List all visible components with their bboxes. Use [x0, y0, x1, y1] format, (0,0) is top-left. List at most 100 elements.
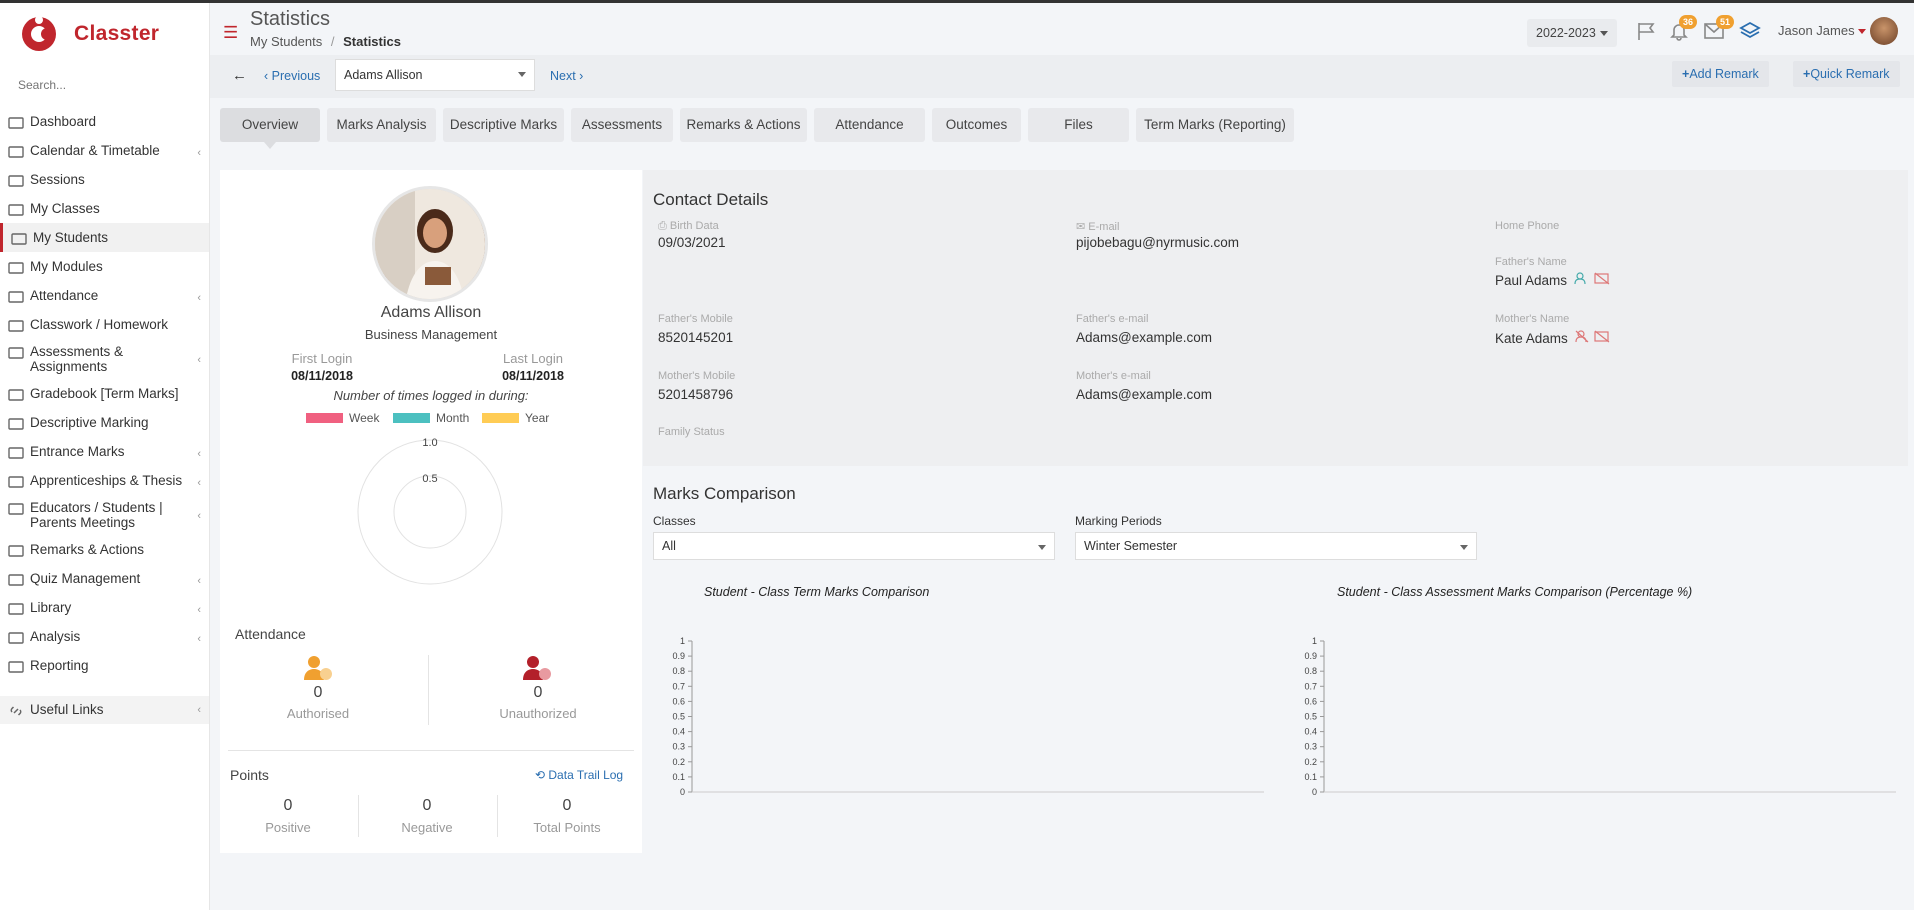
laptop-icon	[8, 116, 24, 129]
sidebar-item-classwork-homework[interactable]: Classwork / Homework	[0, 310, 209, 339]
sidebar-item-my-modules[interactable]: My Modules	[0, 252, 209, 281]
points-divider-1	[358, 795, 359, 837]
attendance-title: Attendance	[235, 626, 306, 642]
legend-month[interactable]: Month	[393, 411, 469, 425]
legend-week[interactable]: Week	[306, 411, 379, 425]
last-login-value: 08/11/2018	[502, 369, 564, 383]
y-tick-label: 0.4	[672, 727, 685, 737]
data-trail-log-link[interactable]: ⟲ Data Trail Log	[535, 768, 623, 782]
sidebar-item-remarks-actions[interactable]: Remarks & Actions	[0, 535, 209, 564]
chevron-left-icon: ‹	[197, 704, 201, 716]
sidebar-item-label: My Students	[33, 229, 109, 245]
marking-periods-select[interactable]: Winter Semester	[1075, 532, 1477, 560]
no-message-icon[interactable]	[1593, 272, 1610, 285]
y-tick-label: 1	[1312, 636, 1317, 646]
user-avatar[interactable]	[1870, 17, 1898, 45]
back-arrow-icon[interactable]: ←	[232, 67, 247, 84]
breadcrumb-current: Statistics	[343, 34, 401, 49]
authorised-label: Authorised	[286, 706, 350, 721]
students-icon	[11, 232, 27, 245]
tab-descriptive-marks[interactable]: Descriptive Marks	[443, 108, 564, 142]
total-points-value: 0	[562, 797, 572, 814]
parent-account-icon[interactable]	[1574, 272, 1590, 285]
tab-remarks-actions[interactable]: Remarks & Actions	[680, 108, 807, 142]
classes-label: Classes	[653, 514, 696, 528]
sidebar-item-apprenticeships-thesis[interactable]: Apprenticeships & Thesis ‹	[0, 466, 209, 495]
breadcrumb-parent[interactable]: My Students	[250, 34, 322, 49]
sidebar-item-library[interactable]: Library ‹	[0, 593, 209, 622]
y-tick-label: 0.7	[672, 681, 685, 691]
classes-select[interactable]: All	[653, 532, 1055, 560]
assessment-marks-comparison-chart: 1 0.9 0.8 0.7 0.6 0.5 0.4 0.3 0.2 0.1 0	[1304, 636, 1896, 797]
sidebar-item-useful-links[interactable]: Useful Links ‹	[0, 696, 209, 724]
add-remark-button[interactable]: +Add Remark	[1672, 61, 1769, 87]
sidebar-item-calendar-timetable[interactable]: Calendar & Timetable ‹	[0, 136, 209, 165]
email-value: pijobebagu@nyrmusic.com	[1076, 235, 1240, 250]
y-tick-label: 0.7	[1304, 681, 1317, 691]
classter-logo-icon	[22, 16, 56, 51]
next-label: Next	[550, 69, 576, 83]
legend-swatch-month	[393, 413, 430, 423]
layers-icon[interactable]	[1739, 21, 1761, 41]
sidebar-search-input[interactable]	[8, 71, 198, 99]
sidebar-item-reporting[interactable]: Reporting	[0, 651, 209, 680]
no-message-icon[interactable]	[1594, 330, 1610, 343]
tab-attendance[interactable]: Attendance	[814, 108, 925, 142]
envelope-small-icon: ✉	[1076, 221, 1089, 233]
sidebar-item-sessions[interactable]: Sessions	[0, 165, 209, 194]
unauthorized-count: 0	[533, 684, 543, 701]
tab-assessments[interactable]: Assessments	[571, 108, 673, 142]
tab-outcomes[interactable]: Outcomes	[932, 108, 1021, 142]
quick-remark-button[interactable]: +Quick Remark	[1793, 61, 1900, 87]
legend-year[interactable]: Year	[482, 411, 549, 425]
sidebar-item-attendance[interactable]: Attendance ‹	[0, 281, 209, 310]
breadcrumb-separator: /	[330, 34, 335, 49]
tab-overview[interactable]: Overview	[220, 108, 320, 149]
sidebar-item-analysis[interactable]: Analysis ‹	[0, 622, 209, 651]
sidebar-item-label: Assessments & Assignments	[30, 344, 124, 374]
sidebar-item-label: My Classes	[30, 200, 100, 216]
student-select[interactable]: Adams Allison	[335, 59, 535, 91]
sidebar-item-dashboard[interactable]: Dashboard	[0, 107, 209, 136]
no-parent-account-icon[interactable]	[1574, 330, 1591, 343]
father-mobile-label: Father's Mobile	[658, 313, 733, 325]
email-label-text: E-mail	[1088, 221, 1120, 233]
tab-files[interactable]: Files	[1028, 108, 1129, 142]
sidebar-item-entrance-marks[interactable]: Entrance Marks ‹	[0, 437, 209, 466]
sidebar-item-label: Classwork / Homework	[30, 316, 169, 332]
father-mobile-value: 8520145201	[658, 330, 734, 345]
sidebar-item-label: Quiz Management	[30, 570, 141, 586]
sidebar-item-label: Useful Links	[30, 702, 104, 717]
data-trail-log-label: Data Trail Log	[548, 768, 624, 782]
flag-icon[interactable]	[1636, 21, 1658, 41]
student-program: Business Management	[364, 327, 498, 342]
y-tick-label: 0.8	[672, 666, 685, 676]
assessment-marks-chart-title: Student - Class Assessment Marks Compari…	[1337, 585, 1693, 599]
sidebar-item-gradebook-term-marks[interactable]: Gradebook [Term Marks]	[0, 379, 209, 408]
birth-date-label: ⎙ Birth Data	[658, 220, 719, 233]
previous-link[interactable]: ‹ Previous	[264, 69, 320, 83]
tab-term-marks-reporting[interactable]: Term Marks (Reporting)	[1136, 108, 1294, 142]
app-logo[interactable]: Classter	[0, 3, 209, 65]
caret-down-icon	[1600, 31, 1608, 36]
next-link[interactable]: Next ›	[550, 69, 583, 83]
classes-icon	[8, 203, 24, 216]
term-marks-comparison-chart: 1 0.9 0.8 0.7 0.6 0.5 0.4 0.3 0.2 0.1 0	[672, 636, 1264, 797]
user-caret-icon[interactable]	[1858, 29, 1866, 34]
sidebar-item-my-classes[interactable]: My Classes	[0, 194, 209, 223]
hamburger-menu-icon[interactable]: ☰	[223, 23, 238, 43]
sidebar-item-quiz-management[interactable]: Quiz Management ‹	[0, 564, 209, 593]
y-tick-label: 0.3	[1304, 742, 1317, 752]
points-title: Points	[230, 767, 269, 783]
father-name-text: Paul Adams	[1495, 273, 1568, 288]
sidebar-item-label: Gradebook [Term Marks]	[30, 385, 179, 401]
tab-marks-analysis[interactable]: Marks Analysis	[327, 108, 436, 142]
calendar-icon	[8, 145, 24, 158]
sidebar-item-my-students[interactable]: My Students	[0, 223, 209, 252]
academic-year-select[interactable]: 2022-2023	[1527, 19, 1617, 47]
user-menu[interactable]: Jason James	[1778, 23, 1855, 38]
sessions-icon	[8, 174, 24, 187]
sidebar-item-assessments-assignments[interactable]: Assessments & Assignments ‹	[0, 339, 209, 379]
sidebar-item-descriptive-marking[interactable]: Descriptive Marking	[0, 408, 209, 437]
sidebar-item-educators-students-parents-meetings[interactable]: Educators / Students | Parents Meetings ‹	[0, 495, 209, 535]
